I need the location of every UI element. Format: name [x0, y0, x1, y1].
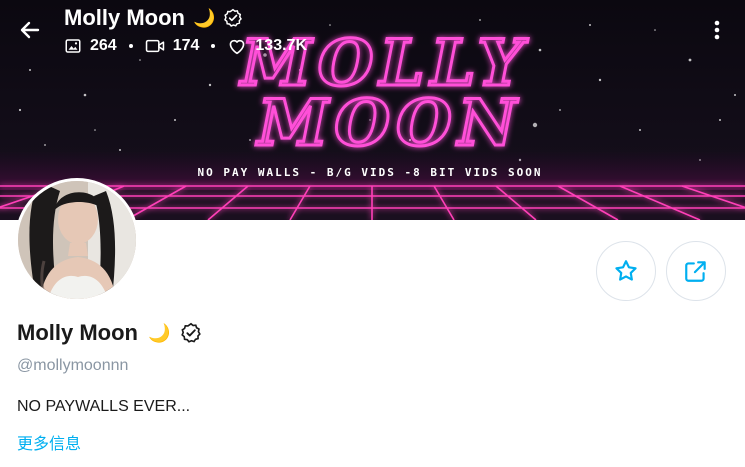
- moon-emoji: 🌙: [192, 7, 216, 28]
- stat-separator: [128, 44, 133, 48]
- banner-tagline: NO PAY WALLS - B/G VIDS -8 BIT VIDS SOON: [198, 166, 543, 179]
- share-icon: [685, 261, 706, 282]
- header-info: Molly Moon 🌙 264 174 133.7K: [64, 5, 307, 55]
- videos-stat: 174: [145, 37, 200, 55]
- moon-emoji: 🌙: [147, 322, 171, 343]
- profile-bio: NO PAYWALLS EVER...: [17, 398, 191, 415]
- likes-stat: 133.7K: [227, 37, 307, 55]
- photos-stat: 264: [64, 37, 117, 55]
- photos-count: 264: [90, 37, 117, 54]
- back-button[interactable]: [14, 14, 46, 46]
- profile-name-row: Molly Moon 🌙: [17, 320, 202, 346]
- videos-count: 174: [172, 37, 200, 54]
- likes-count: 133.7K: [255, 37, 307, 54]
- heart-icon: [230, 39, 245, 55]
- star-icon: [615, 260, 637, 281]
- more-options-button[interactable]: [707, 16, 727, 44]
- top-bar: Molly Moon 🌙 264 174 133.7K: [0, 0, 745, 64]
- image-icon: [65, 39, 81, 53]
- banner-title-line2: MOON: [256, 86, 523, 161]
- kebab-menu-icon: [714, 20, 720, 40]
- verified-icon: [224, 8, 243, 27]
- back-arrow-icon: [20, 21, 40, 39]
- avatar[interactable]: [15, 178, 139, 302]
- profile-name: Molly Moon: [17, 320, 138, 345]
- video-icon: [145, 39, 164, 53]
- share-button[interactable]: [666, 241, 726, 301]
- stat-separator: [211, 44, 216, 48]
- more-info-link[interactable]: 更多信息: [17, 430, 81, 454]
- stats-row: 264 174 133.7K: [64, 37, 307, 55]
- favorite-button[interactable]: [596, 241, 656, 301]
- header-name: Molly Moon: [64, 5, 185, 30]
- profile-handle: @mollymoonnn: [17, 357, 129, 374]
- verified-icon: [181, 322, 202, 343]
- avatar-image: [18, 181, 136, 299]
